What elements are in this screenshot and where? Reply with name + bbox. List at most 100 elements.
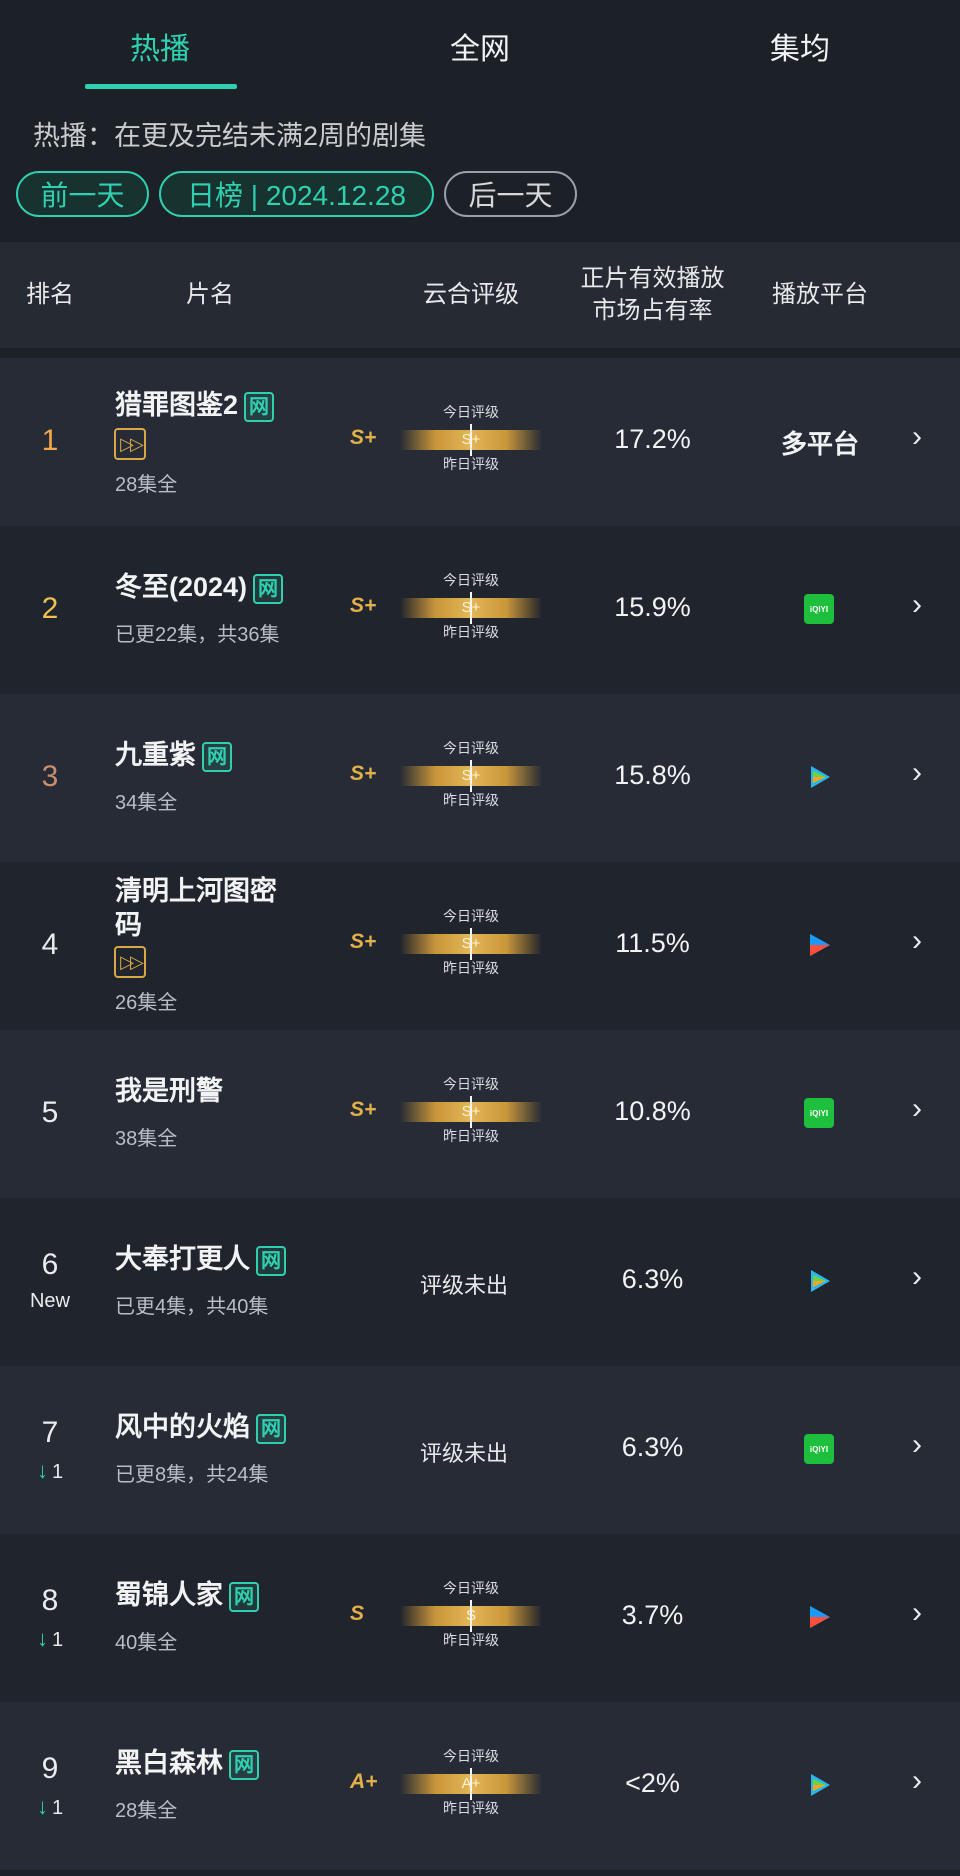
chevron-right-icon[interactable]: › (912, 420, 922, 454)
next-day-button[interactable]: 后一天 (444, 171, 577, 217)
grade-today-caption: 今日评级 (443, 740, 499, 756)
web-drama-badge: 网 (202, 741, 232, 772)
grade-bar-value: S+ (461, 767, 481, 784)
market-share: 15.9% (614, 592, 691, 622)
tencent-video-logo-icon (804, 1770, 834, 1800)
tab-all-network[interactable]: 全网 (320, 0, 640, 92)
chevron-right-icon[interactable]: › (912, 1764, 922, 1798)
grade-compare: 今日评级 A+ 昨日评级 (400, 1748, 542, 1818)
grade-yesterday-caption: 昨日评级 (443, 792, 499, 808)
episode-status: 已更8集，共24集 (115, 1464, 269, 1486)
grade-yesterday-caption: 昨日评级 (443, 624, 499, 640)
episode-status: 26集全 (115, 992, 178, 1014)
table-row[interactable]: 7 ↓ 1 风中的火焰网已更8集，共24集 评级未出 6.3% iQIYI › (0, 1366, 960, 1534)
episode-status: 34集全 (115, 792, 178, 814)
table-row[interactable]: 8 ↓ 1 蜀锦人家网 40集全 S 今日评级 S 昨日评级 3.7% › (0, 1534, 960, 1702)
date-navigation: 前一天 日榜 | 2024.12.28 后一天 (16, 171, 577, 217)
header-title: 片名 (186, 281, 234, 308)
show-title-text: 清明上河图密 (115, 876, 277, 906)
rank-change-value: 1 (51, 1461, 64, 1483)
tab-per-episode[interactable]: 集均 (640, 0, 960, 92)
grade-bar-value: S+ (461, 1103, 481, 1120)
grade-today-caption: 今日评级 (443, 1748, 499, 1764)
table-row[interactable]: 9 ↓ 1 黑白森林网 28集全 A+ 今日评级 A+ 昨日评级 <2% › (0, 1702, 960, 1870)
grade-today-label: S+ (350, 426, 377, 449)
chevron-right-icon[interactable]: › (912, 924, 922, 958)
grade-today-caption: 今日评级 (443, 404, 499, 420)
tab-active-indicator (85, 84, 237, 89)
grade-today-label: S+ (350, 1098, 377, 1121)
grade-not-available: 评级未出 (420, 1441, 509, 1466)
iqiyi-logo-icon: iQIYI (804, 1434, 834, 1464)
episode-status: 已更22集，共36集 (115, 624, 280, 646)
show-title[interactable]: 我是刑警 (115, 1074, 223, 1108)
chevron-right-icon[interactable]: › (912, 1092, 922, 1126)
show-title-text: 冬至(2024) (115, 572, 248, 602)
grade-today-label: A+ (350, 1770, 378, 1793)
grade-bar-value: S (465, 1607, 476, 1624)
rank-change: ↓ 1 (0, 1794, 100, 1820)
table-row[interactable]: 5 我是刑警 38集全 S+ 今日评级 S+ 昨日评级 10.8% iQIYI › (0, 1030, 960, 1198)
show-title[interactable]: 黑白森林网 (115, 1746, 259, 1780)
grade-yesterday-caption: 昨日评级 (443, 1800, 499, 1816)
show-title-text: 黑白森林 (115, 1748, 223, 1778)
table-row[interactable]: 3 九重紫网 34集全 S+ 今日评级 S+ 昨日评级 15.8% › (0, 694, 960, 862)
show-title[interactable]: 九重紫网 (115, 738, 232, 772)
down-arrow-icon: ↓ (36, 1626, 48, 1651)
chevron-right-icon[interactable]: › (912, 1260, 922, 1294)
show-title[interactable]: 冬至(2024) 网 (115, 570, 284, 604)
rank-change-value: New (29, 1290, 70, 1312)
web-drama-badge: 网 (244, 391, 275, 422)
web-drama-badge: 网 (229, 1581, 259, 1612)
header-rank: 排名 (26, 281, 74, 308)
episode-status: 28集全 (115, 474, 178, 496)
header-share-line1: 正片有效播放 (580, 265, 725, 292)
chevron-right-icon[interactable]: › (912, 1596, 922, 1630)
tencent-video-logo-icon (804, 1266, 834, 1296)
grade-today-label: S (350, 1602, 365, 1625)
tab-hot[interactable]: 热播 (0, 0, 320, 92)
header-platform: 播放平台 (772, 281, 868, 308)
market-share: 3.7% (621, 1600, 684, 1630)
show-title[interactable]: 蜀锦人家网 (115, 1578, 259, 1612)
web-drama-badge: 网 (229, 1749, 259, 1780)
market-share: 17.2% (614, 424, 691, 454)
rank-change: New (0, 1290, 100, 1313)
exclusive-play-icon: ▷▷ (114, 946, 146, 978)
table-row[interactable]: 6 New 大奉打更人网已更4集，共40集 评级未出 6.3% › (0, 1198, 960, 1366)
current-date-button[interactable]: 日榜 | 2024.12.28 (159, 171, 434, 217)
table-row[interactable]: 4 清明上河图密码 ▷▷ 26集全 S+ 今日评级 S+ 昨日评级 11.5% › (0, 862, 960, 1030)
show-title-text: 猎罪图鉴2 (115, 390, 239, 420)
header-grade: 云合评级 (423, 281, 519, 308)
market-share: 6.3% (621, 1432, 684, 1462)
chevron-right-icon[interactable]: › (912, 756, 922, 790)
grade-yesterday-caption: 昨日评级 (443, 1128, 499, 1144)
rank-number: 1 (41, 424, 59, 457)
grade-today-label: S+ (350, 594, 377, 617)
list-description: 热播：在更及完结未满2周的剧集 (33, 121, 427, 151)
chevron-right-icon[interactable]: › (912, 1428, 922, 1462)
prev-day-button[interactable]: 前一天 (16, 171, 149, 217)
grade-bar-value: S+ (461, 935, 481, 952)
episode-status: 已更4集，共40集 (115, 1296, 269, 1318)
show-title-text: 风中的火焰 (115, 1412, 250, 1442)
table-row[interactable]: 2 冬至(2024) 网已更22集，共36集 S+ 今日评级 S+ 昨日评级 15.9% iQI… (0, 526, 960, 694)
rank-change: ↓ 1 (0, 1458, 100, 1484)
show-title-text: 九重紫 (115, 740, 196, 770)
show-title[interactable]: 大奉打更人网 (115, 1242, 286, 1276)
show-title[interactable]: 清明上河图密码 (115, 874, 277, 942)
grade-yesterday-caption: 昨日评级 (443, 960, 499, 976)
grade-compare: 今日评级 S+ 昨日评级 (400, 740, 542, 810)
down-arrow-icon: ↓ (36, 1794, 48, 1819)
grade-compare: 今日评级 S+ 昨日评级 (400, 1076, 542, 1146)
exclusive-play-icon: ▷▷ (114, 428, 146, 460)
grade-today-caption: 今日评级 (443, 572, 499, 588)
rank-change-value: 1 (51, 1629, 64, 1651)
show-title[interactable]: 猎罪图鉴2 网 (115, 388, 275, 422)
tab-bar: 热播 全网 集均 (0, 0, 960, 92)
show-title[interactable]: 风中的火焰网 (115, 1410, 286, 1444)
grade-compare: 今日评级 S+ 昨日评级 (400, 572, 542, 642)
market-share: 11.5% (615, 928, 690, 958)
chevron-right-icon[interactable]: › (912, 588, 922, 622)
table-row[interactable]: 1 猎罪图鉴2 网 ▷▷ 28集全 S+ 今日评级 S+ 昨日评级 17.2% 多平台 › (0, 358, 960, 526)
